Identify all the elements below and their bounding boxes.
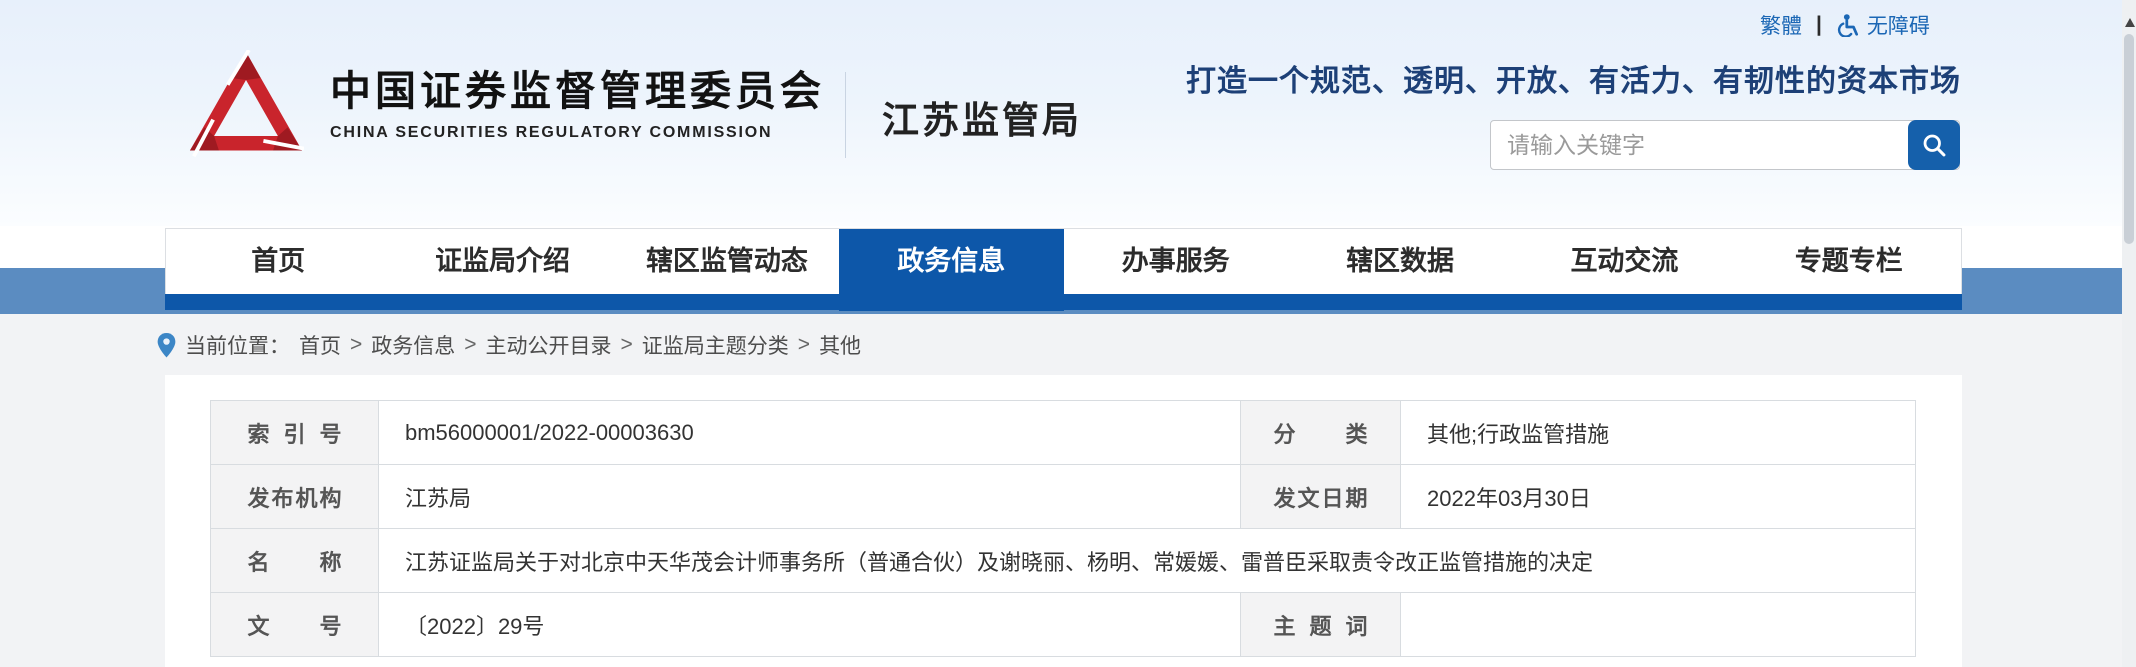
nav-item-bureau-intro[interactable]: 证监局介绍 <box>390 229 614 294</box>
index-number-label: 索引号 <box>211 401 379 465</box>
header-divider <box>845 72 846 158</box>
traditional-chinese-link[interactable]: 繁體 <box>1760 10 1802 40</box>
table-row: 发布机构 江苏局 发文日期 2022年03月30日 <box>211 465 1916 529</box>
main-nav: 首页 证监局介绍 辖区监管动态 政务信息 办事服务 辖区数据 互动交流 专题专栏 <box>165 228 1962 294</box>
breadcrumb-separator: > <box>350 333 362 357</box>
nav-item-services[interactable]: 办事服务 <box>1064 229 1288 294</box>
breadcrumb-separator: > <box>621 333 633 357</box>
title-label: 名称 <box>211 529 379 593</box>
breadcrumb-separator: > <box>464 333 476 357</box>
search-bar <box>1490 120 1960 170</box>
category-label: 分类 <box>1241 401 1401 465</box>
doc-number-label: 文号 <box>211 593 379 657</box>
nav-item-special-topics[interactable]: 专题专栏 <box>1737 229 1961 294</box>
accessibility-link[interactable]: 无障碍 <box>1836 10 1930 40</box>
bureau-name: 江苏监管局 <box>882 90 1082 144</box>
breadcrumb-label: 当前位置： <box>185 330 290 360</box>
subject-words-value <box>1401 593 1916 657</box>
nav-item-interaction[interactable]: 互动交流 <box>1512 229 1736 294</box>
document-meta-table: 索引号 bm56000001/2022-00003630 分类 其他;行政监管措… <box>210 400 1916 657</box>
table-row: 文号 〔2022〕29号 主题词 <box>211 593 1916 657</box>
org-name-en: CHINA SECURITIES REGULATORY COMMISSION <box>330 124 825 142</box>
org-name-cn: 中国证券监督管理委员会 <box>330 68 825 115</box>
scrollbar-thumb[interactable] <box>2124 34 2134 244</box>
title-value: 江苏证监局关于对北京中天华茂会计师事务所（普通合伙）及谢晓丽、杨明、常媛媛、雷普… <box>379 529 1916 593</box>
scrollbar-up-arrow[interactable] <box>2125 18 2135 27</box>
publisher-label: 发布机构 <box>211 465 379 529</box>
topbar: 繁體 | 无障碍 <box>1760 10 1930 40</box>
topbar-separator: | <box>1816 13 1822 37</box>
org-title-block: 中国证券监督管理委员会 CHINA SECURITIES REGULATORY … <box>330 68 825 142</box>
wheelchair-icon <box>1836 13 1860 37</box>
nav-item-government-info[interactable]: 政务信息 <box>839 229 1063 311</box>
slogan-text: 打造一个规范、透明、开放、有活力、有韧性的资本市场 <box>1186 56 1961 100</box>
doc-number-value: 〔2022〕29号 <box>379 593 1241 657</box>
breadcrumb: 当前位置： 首页 > 政务信息 > 主动公开目录 > 证监局主题分类 > 其他 <box>157 330 861 360</box>
breadcrumb-separator: > <box>798 333 810 357</box>
csrc-logo[interactable] <box>188 50 304 166</box>
search-input[interactable] <box>1490 120 1960 170</box>
breadcrumb-open-directory[interactable]: 主动公开目录 <box>486 330 612 360</box>
search-button[interactable] <box>1908 120 1960 170</box>
table-row: 索引号 bm56000001/2022-00003630 分类 其他;行政监管措… <box>211 401 1916 465</box>
publish-date-value: 2022年03月30日 <box>1401 465 1916 529</box>
breadcrumb-home[interactable]: 首页 <box>299 330 341 360</box>
nav-bottom-strip <box>165 294 1962 310</box>
accessibility-label: 无障碍 <box>1867 10 1930 40</box>
table-row: 名称 江苏证监局关于对北京中天华茂会计师事务所（普通合伙）及谢晓丽、杨明、常媛媛… <box>211 529 1916 593</box>
nav-item-regional-data[interactable]: 辖区数据 <box>1288 229 1512 294</box>
nav-item-regional-dynamics[interactable]: 辖区监管动态 <box>615 229 839 294</box>
breadcrumb-government-info[interactable]: 政务信息 <box>371 330 455 360</box>
publisher-value: 江苏局 <box>379 465 1241 529</box>
location-pin-icon <box>157 333 176 358</box>
index-number-value: bm56000001/2022-00003630 <box>379 401 1241 465</box>
subject-words-label: 主题词 <box>1241 593 1401 657</box>
breadcrumb-current: 其他 <box>819 330 861 360</box>
publish-date-label: 发文日期 <box>1241 465 1401 529</box>
category-value: 其他;行政监管措施 <box>1401 401 1916 465</box>
nav-item-home[interactable]: 首页 <box>166 229 390 294</box>
search-icon <box>1920 131 1948 159</box>
breadcrumb-topic-category[interactable]: 证监局主题分类 <box>642 330 789 360</box>
